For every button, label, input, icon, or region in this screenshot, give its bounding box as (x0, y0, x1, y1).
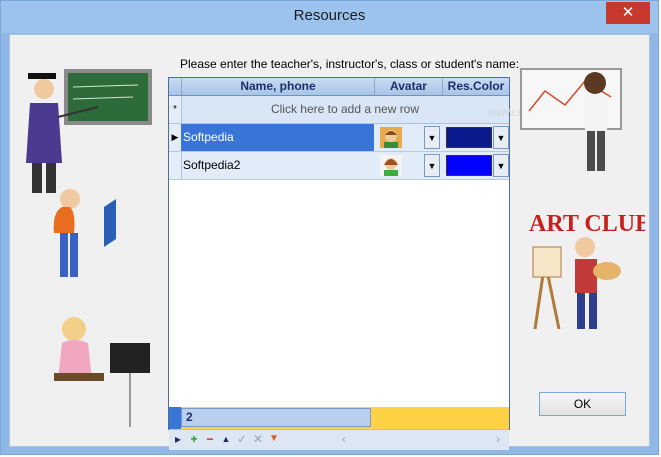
girl-avatar-icon (380, 155, 402, 176)
title-bar: Resources ✕ (1, 1, 658, 33)
resources-grid[interactable]: Name, phone Avatar Res.Color * Click her… (168, 77, 510, 450)
teacher-illustrations-left (26, 69, 152, 427)
nav-delete-icon[interactable]: − (203, 432, 217, 446)
avatar-dropdown-button[interactable]: ▼ (424, 154, 440, 177)
table-row[interactable]: Softpedia2 ▼ ▼ (169, 152, 509, 180)
nav-up-icon[interactable]: ▲ (219, 432, 233, 446)
art-club-logo: ART CLUB (529, 211, 645, 237)
window-title: Resources (293, 7, 366, 24)
dialog-body: Please enter the teacher's, instructor's… (9, 34, 650, 450)
close-button[interactable]: ✕ (606, 2, 650, 24)
resources-window: Resources ✕ Please enter the teacher's, … (0, 0, 659, 455)
scroll-right-icon[interactable]: › (491, 432, 505, 446)
scroll-left-icon[interactable]: ‹ (337, 432, 351, 446)
ok-button[interactable]: OK (539, 392, 626, 416)
color-dropdown-button[interactable]: ▼ (493, 126, 509, 149)
row-color-cell[interactable]: ▼ (442, 124, 509, 151)
grid-header: Name, phone Avatar Res.Color (169, 78, 509, 96)
table-row[interactable]: ▶ Softpedia ▼ ▼ (169, 124, 509, 152)
column-header-avatar[interactable]: Avatar (374, 78, 442, 95)
color-swatch (446, 155, 492, 176)
instruction-label: Please enter the teacher's, instructor's… (180, 57, 520, 71)
nav-filter-icon[interactable]: ▼ (267, 432, 281, 446)
nav-post-icon[interactable]: ✓ (235, 432, 249, 446)
new-row-text[interactable]: Click here to add a new row (181, 96, 509, 123)
row-name-cell[interactable]: Softpedia2 (181, 152, 374, 179)
boy-avatar-icon (380, 127, 402, 148)
nav-add-icon[interactable]: + (187, 432, 201, 446)
nav-cancel-icon[interactable]: ✕ (251, 432, 265, 446)
column-header-name[interactable]: Name, phone (181, 78, 374, 95)
teacher-illustrations-right: ART CLUB (520, 68, 645, 330)
grid-navigator: ▸ + − ▲ ✓ ✕ ▼ ‹ › (169, 429, 509, 450)
row-avatar-cell[interactable]: ▼ (374, 152, 442, 179)
color-swatch (446, 127, 492, 148)
row-count-label: 2 (181, 408, 371, 427)
avatar-dropdown-button[interactable]: ▼ (424, 126, 440, 149)
row-avatar-cell[interactable]: ▼ (374, 124, 442, 151)
column-header-color[interactable]: Res.Color (442, 78, 509, 95)
new-row[interactable]: * Click here to add a new row (169, 96, 509, 124)
nav-next-icon[interactable]: ▸ (171, 432, 185, 446)
footer-indicator (169, 407, 181, 429)
color-dropdown-button[interactable]: ▼ (493, 154, 509, 177)
graduation-cap-icon (28, 73, 56, 79)
row-name-cell[interactable]: Softpedia (181, 124, 374, 151)
chalkboard-icon (64, 69, 152, 125)
row-color-cell[interactable]: ▼ (442, 152, 509, 179)
grid-summary-footer: 2 (169, 407, 509, 429)
